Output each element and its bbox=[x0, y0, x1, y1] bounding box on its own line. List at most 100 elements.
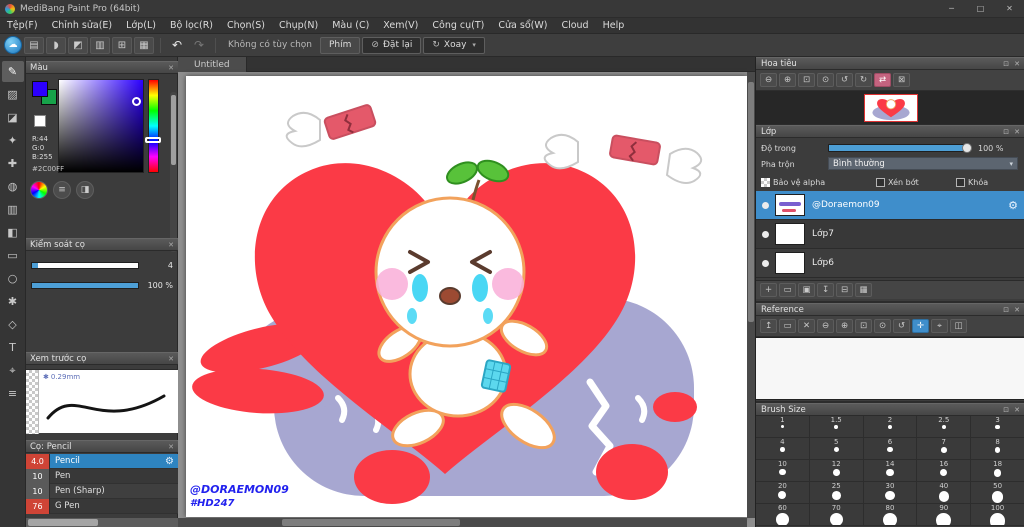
ref-split-icon[interactable]: ◫ bbox=[950, 319, 967, 333]
shape-tool[interactable]: ◇ bbox=[2, 314, 24, 335]
selection-pen-tool[interactable]: ◪ bbox=[2, 107, 24, 128]
brush-size-option-50[interactable]: 50 bbox=[971, 482, 1024, 504]
fit-screen-icon[interactable]: ⊡ bbox=[798, 73, 815, 87]
brush-size-option-4[interactable]: 4 bbox=[756, 438, 810, 460]
layer-settings-icon[interactable]: ⚙ bbox=[1008, 199, 1018, 212]
maximize-button[interactable]: □ bbox=[966, 0, 995, 17]
actual-size-icon[interactable]: ⊙ bbox=[817, 73, 834, 87]
add-layer-button[interactable]: + bbox=[760, 283, 777, 297]
transparent-color-swatch[interactable] bbox=[34, 115, 46, 127]
brush-size-option-30[interactable]: 30 bbox=[863, 482, 918, 504]
rotate-right-icon[interactable]: ↻ bbox=[855, 73, 872, 87]
import-image-icon[interactable]: ↥ bbox=[760, 319, 777, 333]
layer-opacity-knob[interactable] bbox=[962, 143, 972, 153]
layers-float-icon[interactable]: ⊡ bbox=[1003, 128, 1009, 136]
cloud-sync-icon[interactable]: ☁ bbox=[4, 36, 22, 54]
canvas-horizontal-scrollbar[interactable] bbox=[178, 518, 747, 527]
redo-button[interactable]: ↷ bbox=[189, 37, 209, 54]
canvas-horizontal-scroll-thumb[interactable] bbox=[282, 519, 460, 526]
clear-image-icon[interactable]: ✕ bbox=[798, 319, 815, 333]
layer-row-doraemon09[interactable]: @Doraemon09 ⚙ bbox=[756, 191, 1024, 220]
reference-float-icon[interactable]: ⊡ bbox=[1003, 306, 1009, 314]
menu-item-11[interactable]: Cloud bbox=[554, 20, 595, 31]
hue-marker[interactable] bbox=[145, 137, 161, 143]
layer-visibility-icon[interactable] bbox=[762, 259, 769, 267]
menu-item-4[interactable]: Bộ lọc(R) bbox=[163, 20, 220, 31]
brush-size-option-60[interactable]: 60 bbox=[756, 504, 810, 526]
menu-item-6[interactable]: Chụp(N) bbox=[272, 20, 325, 31]
brush-settings-icon[interactable]: ⚙ bbox=[165, 456, 174, 467]
brush-size-option-1.5[interactable]: 1.5 bbox=[809, 416, 864, 438]
brush-size-option-14[interactable]: 14 bbox=[863, 460, 918, 482]
eyedropper-tool[interactable]: ⌖ bbox=[2, 360, 24, 381]
brush-size-option-20[interactable]: 20 bbox=[756, 482, 810, 504]
menu-item-3[interactable]: Lớp(L) bbox=[119, 20, 163, 31]
brush-size-option-10[interactable]: 10 bbox=[756, 460, 810, 482]
brush-size-option-18[interactable]: 18 bbox=[971, 460, 1024, 482]
lock-checkbox[interactable]: Khóa bbox=[956, 176, 988, 188]
blend-mode-select[interactable]: Bình thường ▾ bbox=[828, 157, 1018, 170]
brush-size-option-2.5[interactable]: 2.5 bbox=[917, 416, 972, 438]
brush-list-scroll-thumb[interactable] bbox=[28, 519, 98, 526]
menu-item-10[interactable]: Cửa sổ(W) bbox=[491, 20, 554, 31]
ref-hand-icon[interactable]: ✛ bbox=[912, 319, 929, 333]
hue-slider[interactable] bbox=[148, 79, 159, 173]
reset-view-icon[interactable]: ⊠ bbox=[893, 73, 910, 87]
brush-item-pen-sharp[interactable]: 10 Pen (Sharp) bbox=[26, 483, 178, 499]
magic-wand-tool[interactable]: ✱ bbox=[2, 291, 24, 312]
menu-item-9[interactable]: Công cụ(T) bbox=[425, 20, 491, 31]
brush-size-option-7[interactable]: 7 bbox=[917, 438, 972, 460]
zoom-out-icon[interactable]: ⊖ bbox=[760, 73, 777, 87]
merge-down-button[interactable]: ↧ bbox=[817, 283, 834, 297]
brush-size-option-6[interactable]: 6 bbox=[863, 438, 918, 460]
ref-actual-size-icon[interactable]: ⊙ bbox=[874, 319, 891, 333]
brush-preview-close-icon[interactable]: ✕ bbox=[168, 355, 174, 363]
color-wheel-icon[interactable]: ● bbox=[30, 181, 48, 199]
undo-button[interactable]: ↶ bbox=[167, 37, 187, 54]
color-sliders-icon[interactable]: ≡ bbox=[53, 181, 71, 199]
gradient-tool[interactable]: ▥ bbox=[2, 199, 24, 220]
brush-size-option-25[interactable]: 25 bbox=[809, 482, 864, 504]
layers-close-icon[interactable]: ✕ bbox=[1014, 128, 1020, 136]
brush-size-option-90[interactable]: 90 bbox=[917, 504, 972, 526]
select-rect-tool[interactable]: ▭ bbox=[2, 245, 24, 266]
color-panel-scroll-thumb[interactable] bbox=[171, 95, 176, 165]
brush-size-option-40[interactable]: 40 bbox=[917, 482, 972, 504]
brush-size-close-icon[interactable]: ✕ bbox=[1014, 406, 1020, 414]
saturation-value-picker[interactable] bbox=[58, 79, 144, 173]
brush-list-close-icon[interactable]: ✕ bbox=[168, 443, 174, 451]
canvas-vertical-scrollbar[interactable] bbox=[747, 72, 755, 518]
layer-row-lop7[interactable]: Lớp7 bbox=[756, 220, 1024, 249]
fill-tool[interactable]: ◍ bbox=[2, 176, 24, 197]
document-tab-untitled[interactable]: Untitled bbox=[178, 57, 247, 72]
brush-preview-width-strip[interactable] bbox=[26, 370, 39, 434]
brush-size-option-100[interactable]: 100 bbox=[971, 504, 1024, 526]
menu-item-1[interactable]: Tệp(F) bbox=[0, 20, 45, 31]
pen-tool[interactable]: ✎ bbox=[1, 61, 24, 82]
lock-checkbox-box[interactable] bbox=[956, 177, 965, 187]
flip-horizontal-icon[interactable]: ⇄ bbox=[874, 73, 891, 87]
delete-layer-button[interactable]: ▦ bbox=[855, 283, 872, 297]
brush-size-slider[interactable] bbox=[31, 261, 139, 269]
open-folder-icon[interactable]: ▭ bbox=[779, 319, 796, 333]
brush-size-option-5[interactable]: 5 bbox=[809, 438, 864, 460]
menu-item-5[interactable]: Chọn(S) bbox=[220, 20, 272, 31]
brush-size-option-2[interactable]: 2 bbox=[863, 416, 918, 438]
menu-item-12[interactable]: Help bbox=[596, 20, 632, 31]
layer-row-lop6[interactable]: Lớp6 bbox=[756, 249, 1024, 278]
canvas-artwork[interactable]: @DORAEMON09 #HD247 bbox=[186, 76, 747, 517]
clipping-checkbox[interactable]: Xén bớt bbox=[876, 176, 919, 188]
brush-control-close-icon[interactable]: ✕ bbox=[168, 241, 174, 249]
rotate-left-icon[interactable]: ↺ bbox=[836, 73, 853, 87]
brush-size-option-16[interactable]: 16 bbox=[917, 460, 972, 482]
brush-size-option-1[interactable]: 1 bbox=[756, 416, 810, 438]
foreground-color-swatch[interactable] bbox=[32, 81, 48, 97]
navigator-float-icon[interactable]: ⊡ bbox=[1003, 60, 1009, 68]
eraser-tool[interactable]: ▨ bbox=[2, 84, 24, 105]
brush-size-option-3[interactable]: 3 bbox=[971, 416, 1024, 438]
comment-icon[interactable]: ◗ bbox=[46, 36, 66, 54]
ref-zoom-out-icon[interactable]: ⊖ bbox=[817, 319, 834, 333]
layer-visibility-icon[interactable] bbox=[762, 230, 769, 238]
menu-item-8[interactable]: Xem(V) bbox=[376, 20, 425, 31]
panel-layout-icon[interactable]: ▥ bbox=[90, 36, 110, 54]
